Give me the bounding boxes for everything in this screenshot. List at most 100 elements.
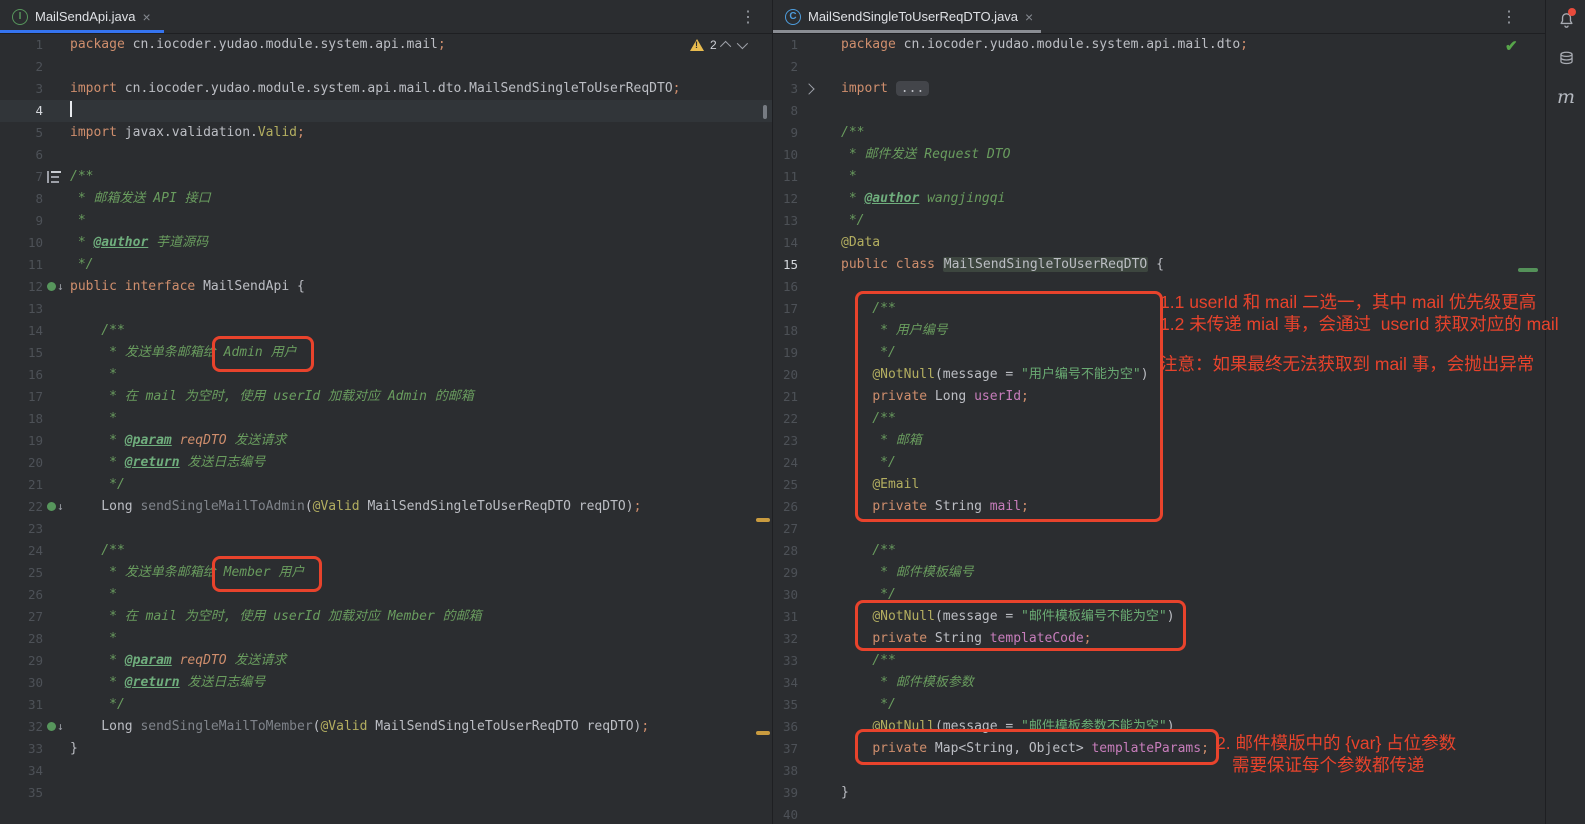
line-number[interactable]: 2 (0, 56, 43, 78)
code-line[interactable]: 28 /** (773, 540, 1545, 562)
line-number[interactable]: 24 (0, 540, 43, 562)
line-number[interactable]: 21 (773, 386, 798, 408)
tab-mailsendsingletouserreqdto[interactable]: C MailSendSingleToUserReqDTO.java × (773, 0, 1043, 33)
line-number[interactable]: 8 (0, 188, 43, 210)
close-icon[interactable]: × (142, 10, 150, 24)
line-number[interactable]: 3 (773, 78, 798, 100)
line-number[interactable]: 23 (773, 430, 798, 452)
line-number[interactable]: 13 (773, 210, 798, 232)
code-line[interactable]: 15public class MailSendSingleToUserReqDT… (773, 254, 1545, 276)
line-number[interactable]: 39 (773, 782, 798, 804)
line-number[interactable]: 37 (773, 738, 798, 760)
code-line[interactable]: 11 */ (0, 254, 772, 276)
code-line[interactable]: 15 * 发送单条邮箱给 Admin 用户 (0, 342, 772, 364)
more-options-icon[interactable]: ⋮ (1501, 7, 1517, 27)
stripe-caret-marker[interactable] (763, 105, 767, 119)
line-number[interactable]: 16 (773, 276, 798, 298)
code-line[interactable]: 14 /** (0, 320, 772, 342)
line-number[interactable]: 26 (773, 496, 798, 518)
line-number[interactable]: 32 (0, 716, 43, 738)
comment-lines-icon[interactable] (47, 171, 65, 183)
line-number[interactable]: 20 (0, 452, 43, 474)
line-number[interactable]: 26 (0, 584, 43, 606)
code-line[interactable]: 30 * @return 发送日志编号 (0, 672, 772, 694)
code-line[interactable]: 9/** (773, 122, 1545, 144)
line-number[interactable]: 11 (773, 166, 798, 188)
code-line[interactable]: 27 * 在 mail 为空时, 使用 userId 加载对应 Member 的… (0, 606, 772, 628)
maven-icon[interactable]: m (1555, 86, 1577, 108)
code-line[interactable]: 18 * (0, 408, 772, 430)
code-line[interactable]: 24 /** (0, 540, 772, 562)
stripe-warning-marker[interactable] (756, 731, 770, 735)
code-line[interactable]: 2 (773, 56, 1545, 78)
line-number[interactable]: 38 (773, 760, 798, 782)
implementations-icon[interactable]: ↓ (47, 500, 64, 513)
code-line[interactable]: 29 * @param reqDTO 发送请求 (0, 650, 772, 672)
line-number[interactable]: 15 (773, 254, 798, 276)
tab-mailsendapi[interactable]: I MailSendApi.java × (0, 0, 161, 33)
line-number[interactable]: 22 (0, 496, 43, 518)
line-number[interactable]: 34 (0, 760, 43, 782)
close-icon[interactable]: × (1025, 10, 1033, 24)
line-number[interactable]: 25 (0, 562, 43, 584)
line-number[interactable]: 25 (773, 474, 798, 496)
code-line[interactable]: 22↓ Long sendSingleMailToAdmin(@Valid Ma… (0, 496, 772, 518)
line-number[interactable]: 10 (773, 144, 798, 166)
code-line[interactable]: 1package cn.iocoder.yudao.module.system.… (773, 34, 1545, 56)
line-number[interactable]: 35 (0, 782, 43, 804)
code-line[interactable]: 6 (0, 144, 772, 166)
code-line[interactable]: 9 * (0, 210, 772, 232)
code-line[interactable]: 32↓ Long sendSingleMailToMember(@Valid M… (0, 716, 772, 738)
implementations-icon[interactable]: ↓ (47, 280, 64, 293)
implementations-icon[interactable]: ↓ (47, 720, 64, 733)
line-number[interactable]: 28 (773, 540, 798, 562)
line-number[interactable]: 7 (0, 166, 43, 188)
line-number[interactable]: 18 (773, 320, 798, 342)
code-line[interactable]: 11 * (773, 166, 1545, 188)
editor-pane-left[interactable]: 1package cn.iocoder.yudao.module.system.… (0, 34, 772, 824)
code-line[interactable]: 25 * 发送单条邮箱给 Member 用户 (0, 562, 772, 584)
code-line[interactable]: 13 (0, 298, 772, 320)
code-line[interactable]: 40 (773, 804, 1545, 824)
line-number[interactable]: 11 (0, 254, 43, 276)
code-line[interactable]: 28 * (0, 628, 772, 650)
code-line[interactable]: 33} (0, 738, 772, 760)
code-line[interactable]: 5import javax.validation.Valid; (0, 122, 772, 144)
line-number[interactable]: 33 (773, 650, 798, 672)
code-line[interactable]: 26 * (0, 584, 772, 606)
line-number[interactable]: 1 (773, 34, 798, 56)
code-line[interactable]: 12 * @author wangjingqi (773, 188, 1545, 210)
line-number[interactable]: 19 (773, 342, 798, 364)
code-line[interactable]: 7/** (0, 166, 772, 188)
line-number[interactable]: 34 (773, 672, 798, 694)
more-options-icon[interactable]: ⋮ (740, 7, 756, 27)
inspections-widget[interactable]: 2 (690, 38, 745, 52)
line-number[interactable]: 27 (0, 606, 43, 628)
line-number[interactable]: 30 (773, 584, 798, 606)
code-line[interactable]: 19 * @param reqDTO 发送请求 (0, 430, 772, 452)
inspections-ok-icon[interactable]: ✔ (1505, 37, 1518, 55)
line-number[interactable]: 22 (773, 408, 798, 430)
line-number[interactable]: 2 (773, 56, 798, 78)
line-number[interactable]: 1 (0, 34, 43, 56)
code-line[interactable]: 2 (0, 56, 772, 78)
line-number[interactable]: 28 (0, 628, 43, 650)
code-line[interactable]: 12↓public interface MailSendApi { (0, 276, 772, 298)
line-number[interactable]: 23 (0, 518, 43, 540)
code-line[interactable]: 35 (0, 782, 772, 804)
fold-arrow-icon[interactable] (803, 83, 814, 94)
code-line[interactable]: 17 * 在 mail 为空时, 使用 userId 加载对应 Admin 的邮… (0, 386, 772, 408)
code-line[interactable]: 8 * 邮箱发送 API 接口 (0, 188, 772, 210)
line-number[interactable]: 20 (773, 364, 798, 386)
line-number[interactable]: 3 (0, 78, 43, 100)
code-line[interactable]: 10 * @author 芋道源码 (0, 232, 772, 254)
code-line[interactable]: 33 /** (773, 650, 1545, 672)
code-line[interactable]: 16 * (0, 364, 772, 386)
code-line[interactable]: 23 (0, 518, 772, 540)
line-number[interactable]: 33 (0, 738, 43, 760)
line-number[interactable]: 17 (773, 298, 798, 320)
code-line[interactable]: 4 (0, 100, 772, 122)
code-line[interactable]: 35 */ (773, 694, 1545, 716)
code-line[interactable]: 31 */ (0, 694, 772, 716)
code-line[interactable]: 13 */ (773, 210, 1545, 232)
